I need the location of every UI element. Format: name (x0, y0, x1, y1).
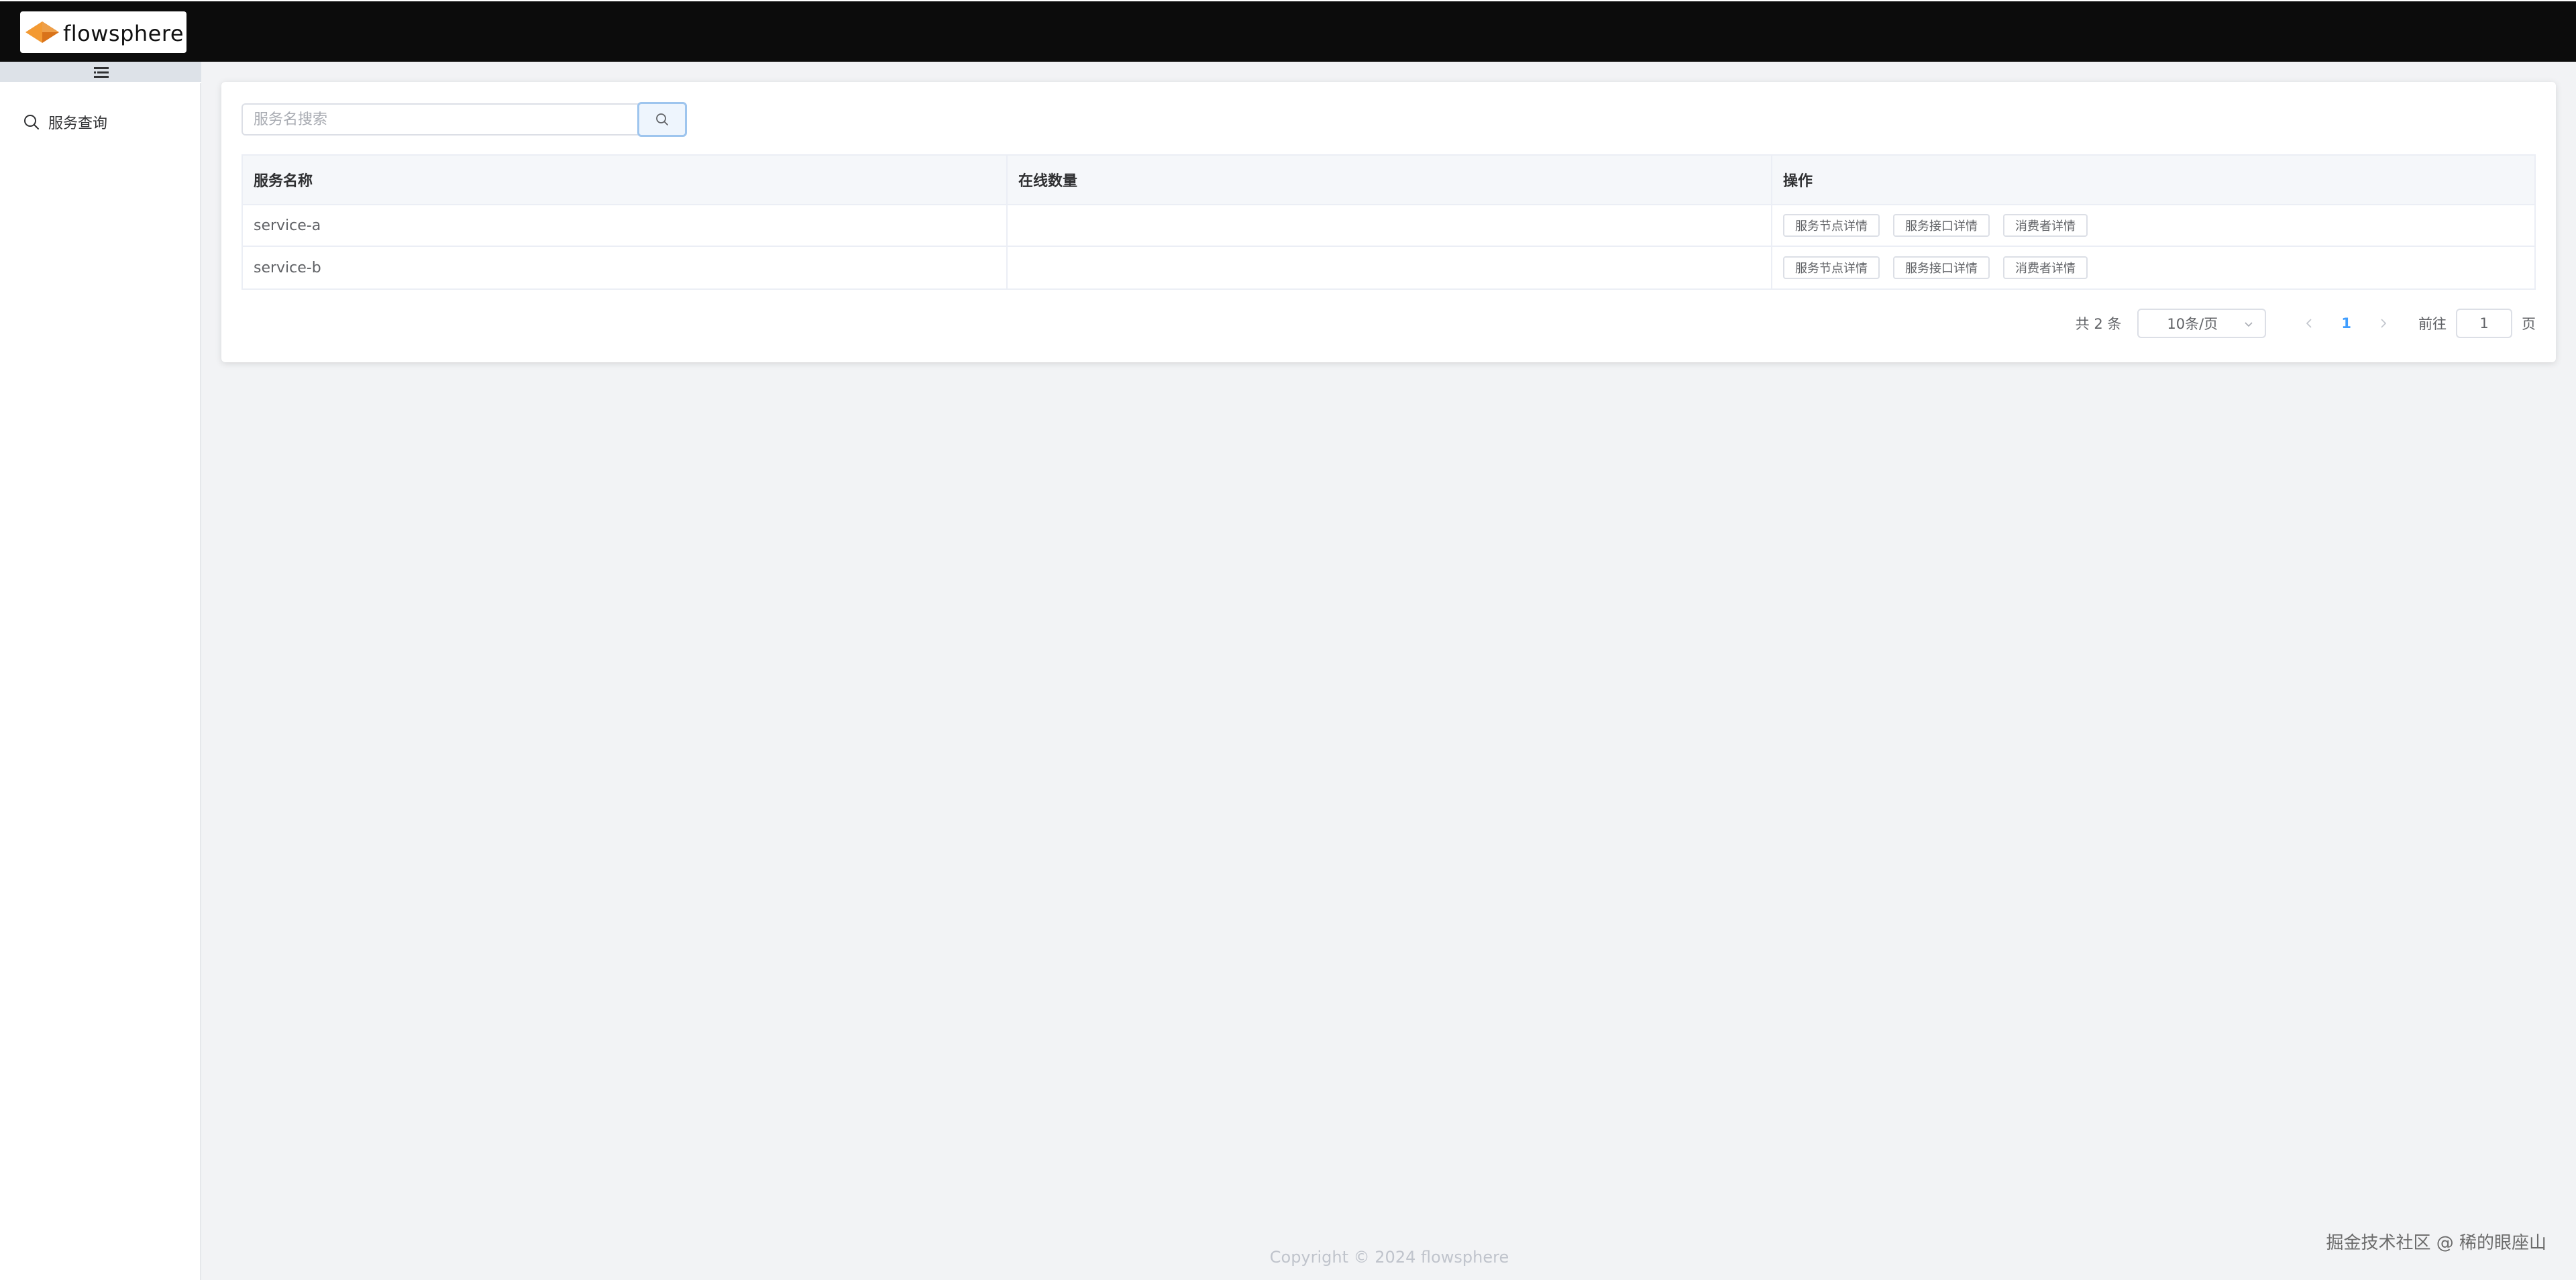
cell-actions: 服务节点详情 服务接口详情 消费者详情 (1772, 205, 2534, 246)
table-header: 服务名称 在线数量 操作 (243, 156, 2534, 205)
service-node-details-button[interactable]: 服务节点详情 (1783, 256, 1880, 279)
consumer-details-button[interactable]: 消费者详情 (2003, 214, 2088, 237)
table-row: service-b 服务节点详情 服务接口详情 消费者详情 (243, 247, 2534, 288)
consumer-details-button[interactable]: 消费者详情 (2003, 256, 2088, 279)
logo-text: flowsphere (63, 21, 184, 46)
sidebar-collapse-toggle[interactable] (0, 62, 201, 83)
cell-online-count (1008, 205, 1772, 246)
search-button[interactable] (637, 102, 687, 137)
header-online-count: 在线数量 (1008, 156, 1772, 204)
search-icon (656, 113, 668, 125)
cell-online-count (1008, 247, 1772, 288)
pagination-total: 共 2 条 (2075, 316, 2122, 332)
chevron-right-icon[interactable] (2377, 317, 2390, 330)
service-table: 服务名称 在线数量 操作 service-a 服务节点详情 服务接口详情 消费者… (241, 154, 2536, 290)
cell-service-name: service-a (243, 205, 1008, 246)
service-card: 服务名称 在线数量 操作 service-a 服务节点详情 服务接口详情 消费者… (221, 82, 2556, 362)
goto-suffix: 页 (2522, 316, 2536, 332)
hamburger-icon (94, 67, 109, 78)
header-service-name: 服务名称 (243, 156, 1008, 204)
header-actions: 操作 (1783, 173, 1813, 190)
chevron-left-icon[interactable] (2302, 317, 2316, 330)
service-interface-details-button[interactable]: 服务接口详情 (1893, 256, 1990, 279)
search-icon (24, 115, 39, 129)
goto-page-input[interactable] (2456, 309, 2512, 338)
page-number-current[interactable]: 1 (2341, 315, 2351, 331)
service-node-details-button[interactable]: 服务节点详情 (1783, 214, 1880, 237)
cell-actions: 服务节点详情 服务接口详情 消费者详情 (1772, 247, 2534, 288)
sidebar-item-service-query[interactable]: 服务查询 (0, 103, 201, 141)
page-size-value: 10条/页 (2167, 316, 2218, 332)
sidebar: 服务查询 (0, 62, 201, 1280)
service-interface-details-button[interactable]: 服务接口详情 (1893, 214, 1990, 237)
pagination: 共 2 条 10条/页 1 前往 页 (2076, 309, 2536, 338)
table-row: service-a 服务节点详情 服务接口详情 消费者详情 (243, 205, 2534, 247)
chevron-down-icon (2245, 322, 2253, 327)
page-size-select[interactable]: 10条/页 (2137, 309, 2267, 338)
main-content: 服务名称 在线数量 操作 service-a 服务节点详情 服务接口详情 消费者… (203, 62, 2576, 1280)
logo[interactable]: flowsphere (20, 11, 186, 53)
sidebar-item-label: 服务查询 (48, 115, 108, 132)
footer-copyright: Copyright © 2024 flowsphere (1269, 1248, 1509, 1267)
goto-label: 前往 (2418, 316, 2447, 332)
logo-diamond-icon (25, 21, 59, 43)
watermark: 掘金技术社区 @ 稀的眼座山 (2326, 1233, 2546, 1253)
top-bar: flowsphere (0, 0, 2576, 62)
cell-service-name: service-b (243, 247, 1008, 288)
service-name-search-input[interactable] (241, 103, 639, 136)
